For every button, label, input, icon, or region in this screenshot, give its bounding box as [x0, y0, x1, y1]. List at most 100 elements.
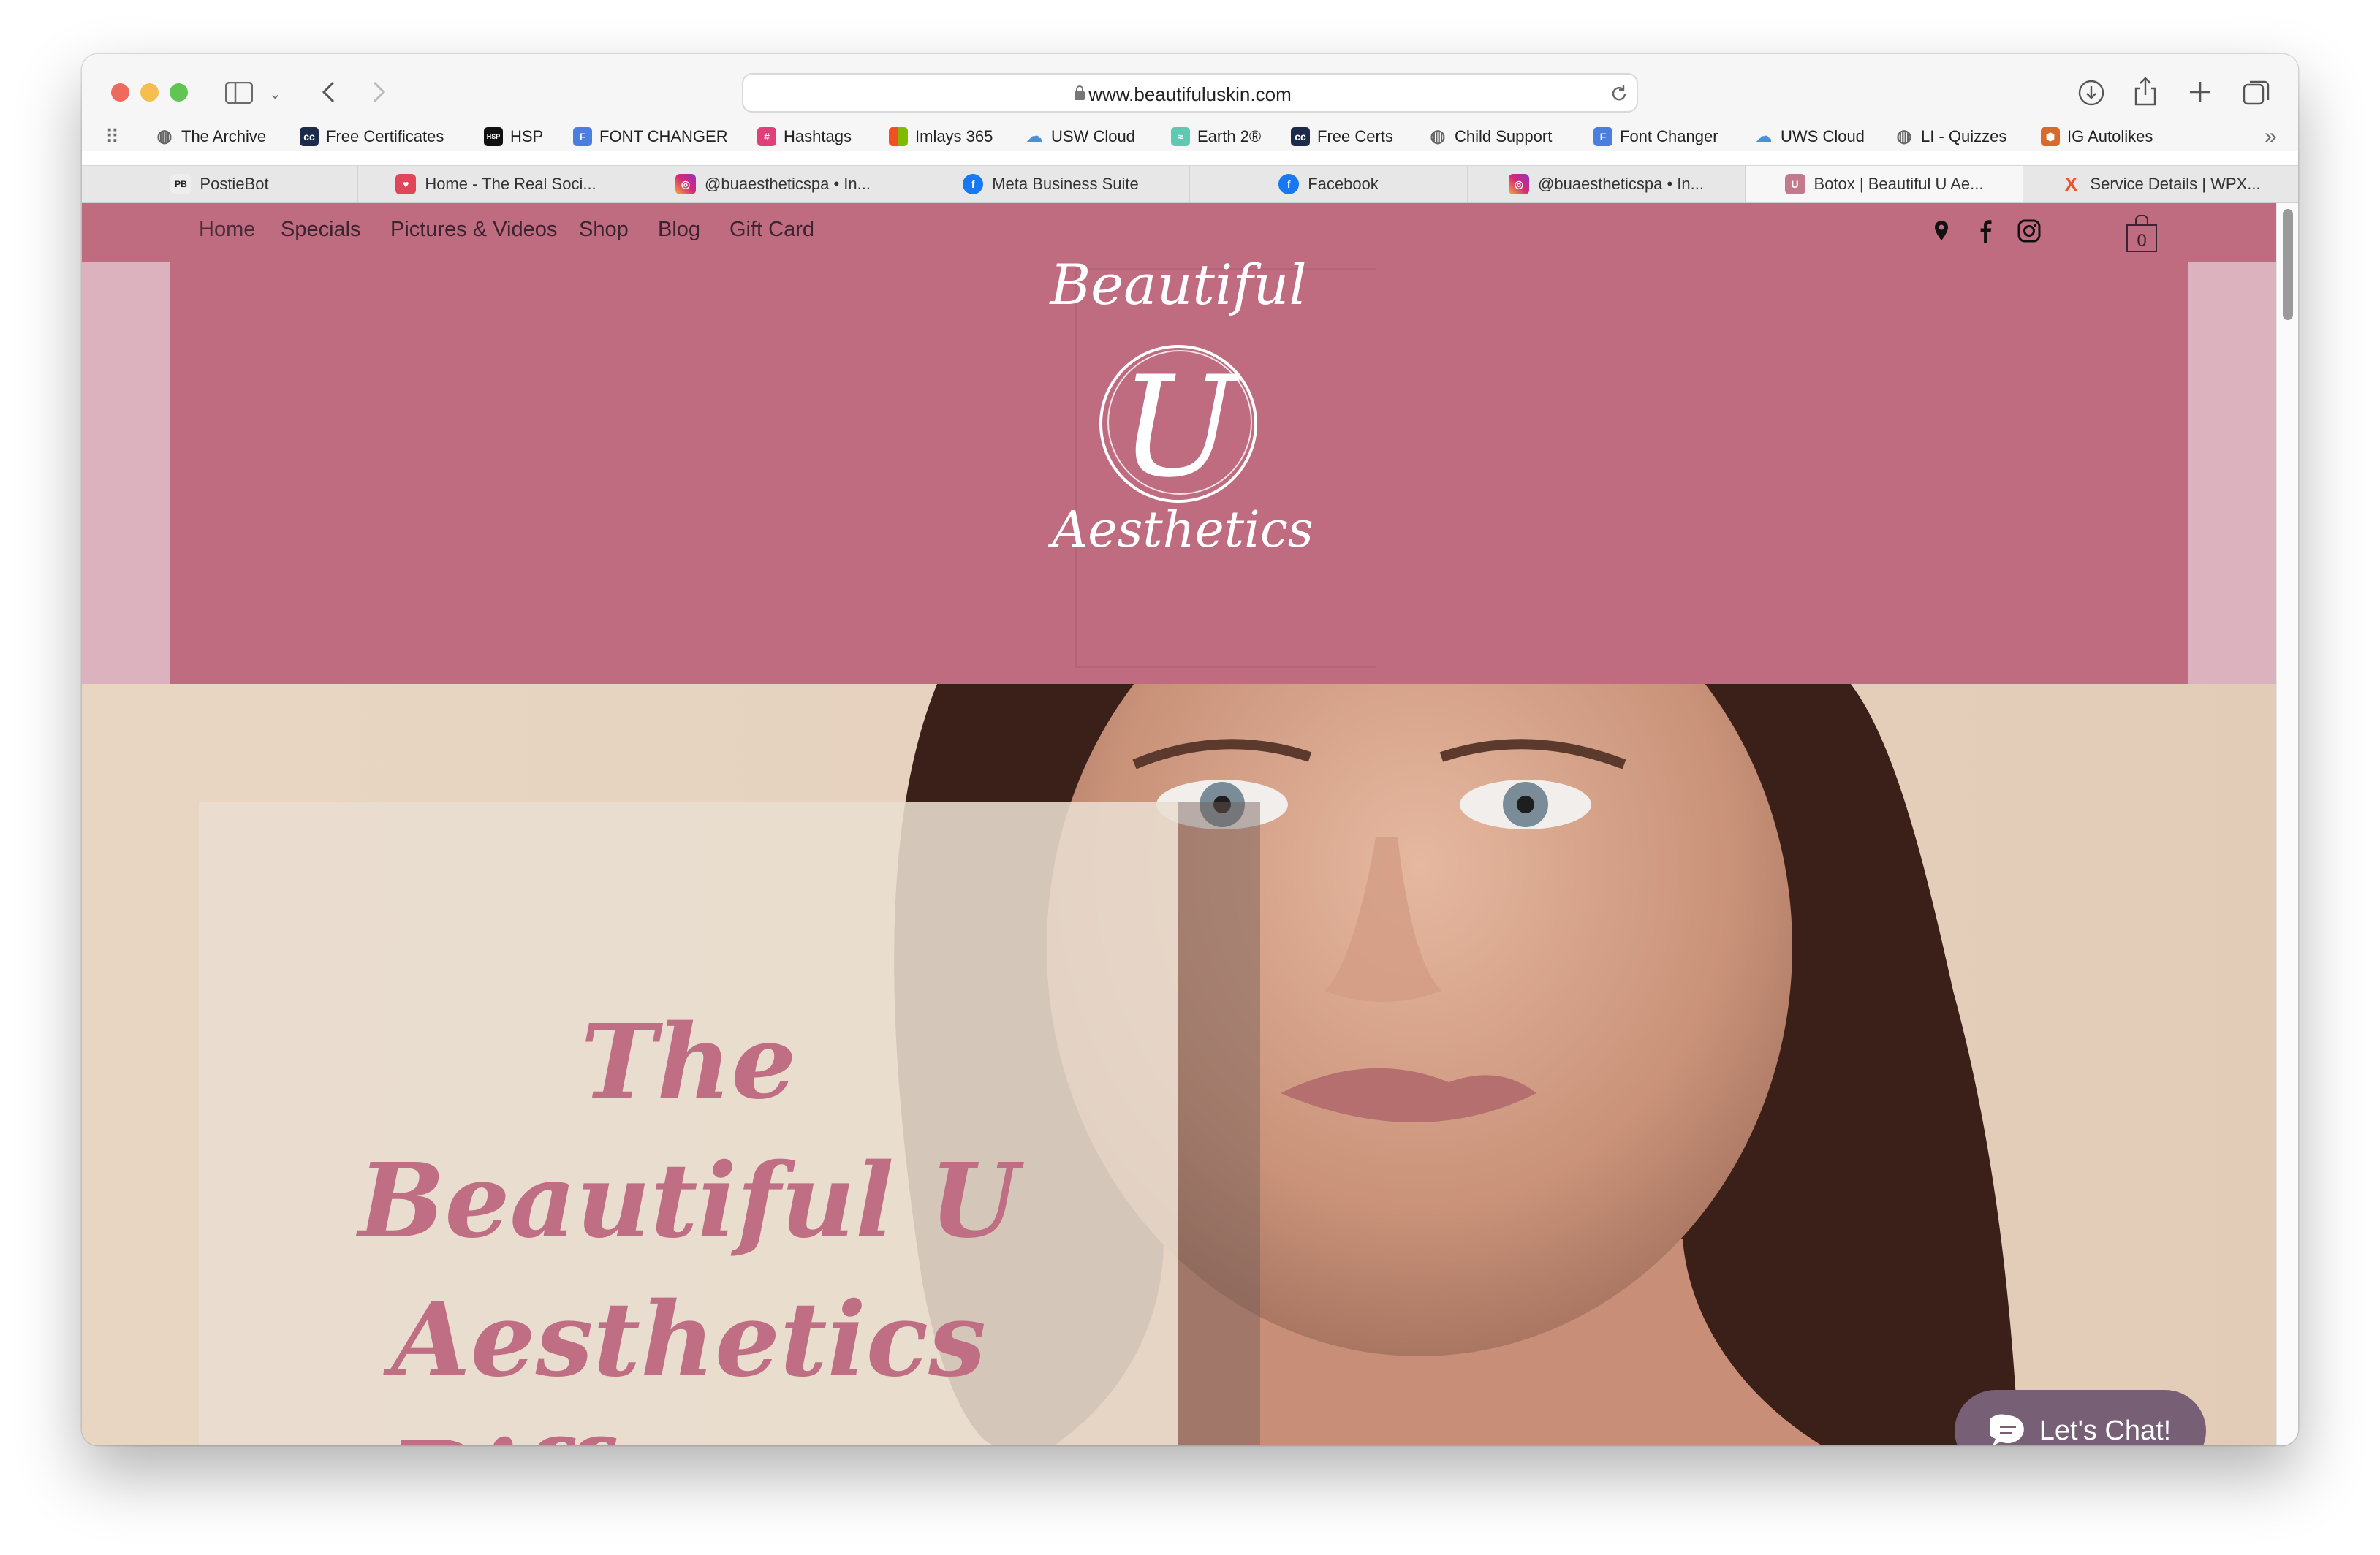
postiebot-icon: PB — [170, 174, 192, 194]
tab-label: Botox | Beautiful U Ae... — [1814, 175, 1984, 193]
lets-chat-button[interactable]: Let's Chat! — [1955, 1390, 2206, 1445]
chevron-down-icon[interactable]: ⌄ — [269, 82, 281, 107]
browser-toolbar: ⌄ www.beautifuluskin.com — [82, 54, 2298, 130]
microsoft-icon — [889, 127, 908, 146]
bookmark-item[interactable]: HSP HSP — [484, 127, 543, 146]
instagram-icon: ◎ — [1509, 174, 1530, 194]
tab-overview-icon[interactable] — [2243, 79, 2270, 107]
back-icon[interactable] — [320, 80, 336, 104]
nav-specials[interactable]: Specials — [281, 218, 361, 242]
tab-label: Home - The Real Soci... — [425, 175, 596, 193]
bookmark-label: Font Changer — [1620, 127, 1718, 145]
tab-label: Meta Business Suite — [992, 175, 1139, 193]
hashtags-icon: # — [757, 127, 776, 146]
cloud-icon: ☁ — [1756, 127, 1772, 145]
zoom-window-button[interactable] — [170, 83, 188, 102]
hero-section: The Beautiful U Aesthetics Difference — [82, 684, 2276, 1445]
nav-blog[interactable]: Blog — [658, 218, 700, 242]
tab[interactable]: f Meta Business Suite — [912, 166, 1190, 202]
chat-bubble-icon — [1989, 1414, 2024, 1445]
downloads-icon[interactable] — [2077, 79, 2105, 107]
bookmark-label: UWS Cloud — [1781, 127, 1865, 145]
cart-button[interactable]: 0 — [2126, 215, 2158, 253]
tab-label: Facebook — [1308, 175, 1379, 193]
bookmark-item[interactable]: ⬢ IG Autolikes — [2041, 127, 2153, 146]
font-changer-icon: F — [1593, 127, 1612, 146]
scrollbar-thumb[interactable] — [2283, 209, 2293, 320]
hero-heading-line: The — [580, 1003, 797, 1122]
tab[interactable]: ◎ @buaestheticspa • In... — [634, 166, 912, 202]
bookmark-item[interactable]: ≈ Earth 2® — [1171, 127, 1261, 146]
chevron-double-right-icon[interactable]: » — [2265, 124, 2277, 149]
logo-top-text: Beautiful — [1048, 262, 1306, 317]
header-banner: Beautiful U Aesthetics — [170, 262, 2188, 684]
bookmark-item[interactable]: ☁ UWS Cloud — [1754, 127, 1865, 146]
tab[interactable]: ♥ Home - The Real Soci... — [358, 166, 634, 202]
bookmark-item[interactable]: cc Free Certificates — [300, 127, 444, 146]
bookmark-item[interactable]: ◍ The Archive — [155, 126, 267, 146]
bookmark-item[interactable]: ◍ LI - Quizzes — [1895, 126, 2007, 146]
sidebar-icon[interactable] — [225, 82, 253, 104]
new-tab-icon[interactable] — [2188, 80, 2212, 104]
tab-bar: PB PostieBot ♥ Home - The Real Soci... ◎ @b… — [82, 165, 2298, 203]
bookmarks-bar: ⠿ ◍ The Archive cc Free Certificates HSP HS… — [82, 123, 2298, 151]
wpx-icon: X — [2064, 173, 2078, 195]
reload-icon[interactable] — [1609, 83, 1629, 104]
bookmark-label: Free Certs — [1317, 127, 1393, 145]
address-bar[interactable]: www.beautifuluskin.com — [742, 73, 1638, 113]
bookmark-item[interactable]: # Hashtags — [757, 127, 852, 146]
beautiful-u-icon: U — [1784, 174, 1805, 194]
tab-label: PostieBot — [200, 175, 269, 193]
nav-pictures-videos[interactable]: Pictures & Videos — [390, 218, 557, 242]
close-window-button[interactable] — [111, 83, 129, 102]
bookmark-label: Earth 2® — [1197, 127, 1262, 145]
globe-icon: ◍ — [1896, 126, 1912, 146]
beautiful-u-logo[interactable]: Beautiful U Aesthetics — [981, 262, 1376, 684]
meta-icon: f — [963, 174, 984, 194]
tab-label: @buaestheticspa • In... — [705, 175, 871, 193]
url-text: www.beautifuluskin.com — [1088, 83, 1292, 105]
bookmark-label: The Archive — [181, 127, 267, 145]
apps-grid-icon[interactable]: ⠿ — [105, 124, 119, 149]
nav-shop[interactable]: Shop — [579, 218, 629, 242]
instagram-icon[interactable] — [2017, 219, 2041, 243]
bookmark-item[interactable]: ◍ Child Support — [1428, 126, 1553, 146]
hexagon-icon: ⬢ — [2041, 127, 2060, 146]
bookmark-label: Free Certificates — [326, 127, 444, 145]
facebook-icon[interactable] — [1978, 219, 1993, 243]
globe-icon: ◍ — [1430, 126, 1446, 146]
bookmark-item[interactable]: F FONT CHANGER — [573, 127, 728, 146]
bookmark-label: LI - Quizzes — [1921, 127, 2007, 145]
bookmark-item[interactable]: F Font Changer — [1593, 127, 1718, 146]
tab[interactable]: f Facebook — [1190, 166, 1468, 202]
tab-active[interactable]: U Botox | Beautiful U Ae... — [1746, 166, 2023, 202]
hsp-icon: HSP — [484, 127, 503, 146]
bookmark-item[interactable]: cc Free Certs — [1291, 127, 1393, 146]
tab[interactable]: ◎ @buaestheticspa • In... — [1468, 166, 1746, 202]
bookmark-label: Hashtags — [784, 127, 852, 145]
bookmark-item[interactable]: ☁ USW Cloud — [1025, 127, 1135, 146]
forward-icon[interactable] — [371, 80, 387, 104]
hero-panel-shade — [1178, 802, 1260, 1445]
logo-bottom-text: Aesthetics — [1047, 501, 1314, 559]
page-scrollbar[interactable] — [2276, 203, 2298, 1445]
bookmark-label: Imlays 365 — [915, 127, 993, 145]
tab[interactable]: PB PostieBot — [82, 166, 358, 202]
browser-window: ⌄ www.beautifuluskin.com ⠿ ◍ The Archive… — [82, 54, 2298, 1445]
bookmark-label: IG Autolikes — [2067, 127, 2153, 145]
heart-icon: ♥ — [395, 174, 417, 194]
location-pin-icon[interactable] — [1933, 219, 1950, 243]
facebook-icon: f — [1278, 174, 1300, 194]
bookmark-label: Child Support — [1455, 127, 1553, 145]
tab[interactable]: X Service Details | WPX... — [2023, 166, 2298, 202]
page-content: Home Specials Pictures & Videos Shop Blo… — [82, 203, 2276, 1445]
bookmark-item[interactable]: Imlays 365 — [889, 127, 993, 146]
cc-icon: cc — [300, 127, 319, 146]
share-icon[interactable] — [2133, 76, 2158, 107]
nav-gift-card[interactable]: Gift Card — [729, 218, 814, 242]
globe-icon: ◍ — [156, 126, 173, 146]
nav-home[interactable]: Home — [199, 218, 255, 242]
font-changer-icon: F — [573, 127, 592, 146]
logo-letter: U — [1120, 346, 1241, 508]
minimize-window-button[interactable] — [140, 83, 159, 102]
